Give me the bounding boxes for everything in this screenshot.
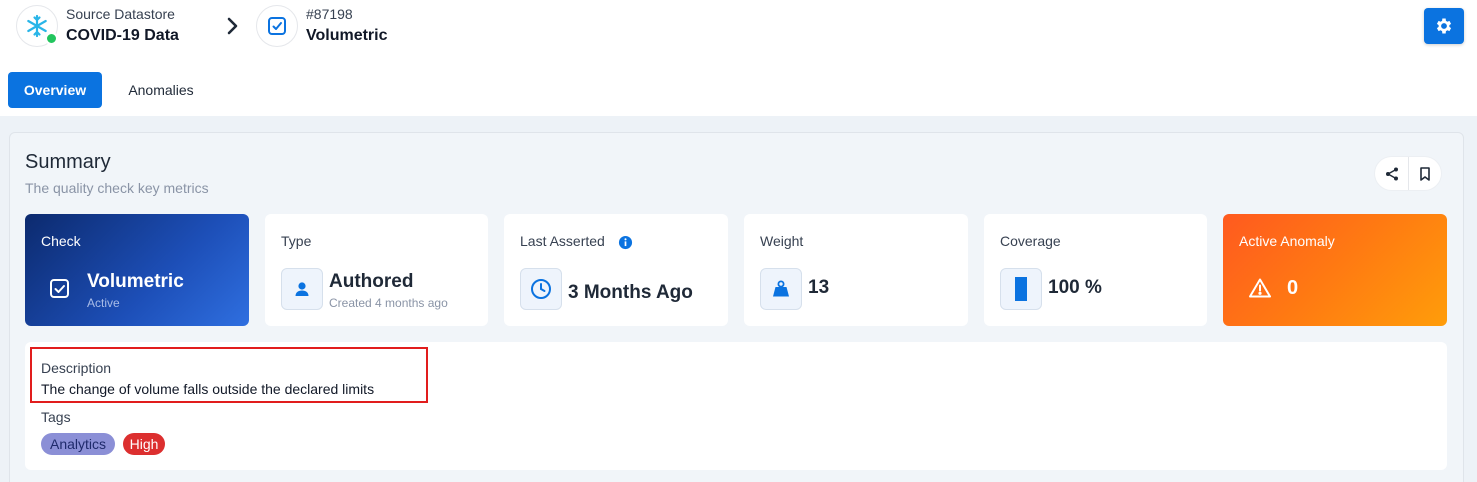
card-check-label: Check <box>41 233 81 249</box>
coverage-fill <box>1016 278 1026 300</box>
status-dot <box>45 32 58 45</box>
tab-overview[interactable]: Overview <box>8 72 102 108</box>
bookmark-button[interactable] <box>1408 157 1441 190</box>
check-square-icon <box>50 279 69 298</box>
snowflake-icon <box>16 5 58 47</box>
card-check-value: Volumetric <box>87 271 184 292</box>
check-square-icon <box>256 5 298 47</box>
tag-high[interactable]: High <box>123 433 165 455</box>
tags-label: Tags <box>41 409 71 425</box>
clock-icon <box>520 268 562 310</box>
check-id: #87198 <box>306 6 353 22</box>
datastore-label: Source Datastore <box>66 6 175 22</box>
breadcrumb-datastore[interactable]: Source Datastore COVID-19 Data <box>16 5 179 47</box>
user-icon <box>281 268 323 310</box>
weight-icon <box>760 268 802 310</box>
settings-button[interactable] <box>1424 8 1464 44</box>
card-type-label: Type <box>281 233 312 249</box>
page-header: Source Datastore COVID-19 Data #87198 Vo… <box>0 0 1477 60</box>
card-type-created: Created 4 months ago <box>329 296 448 310</box>
share-icon <box>1385 167 1398 180</box>
card-weight: Weight 13 <box>744 214 968 326</box>
breadcrumb-check[interactable]: #87198 Volumetric <box>256 5 388 47</box>
card-weight-value: 13 <box>808 277 830 298</box>
card-last-asserted-value: 3 Months Ago <box>568 282 693 303</box>
card-last-asserted: Last Asserted 3 Months Ago <box>504 214 728 326</box>
card-active-anomaly-value: 0 <box>1287 277 1299 299</box>
datastore-name[interactable]: COVID-19 Data <box>66 25 179 47</box>
card-active-anomaly-label: Active Anomaly <box>1239 233 1335 249</box>
coverage-bar-icon <box>1000 268 1042 310</box>
card-last-asserted-label: Last Asserted <box>520 233 605 249</box>
gear-icon <box>1436 18 1452 34</box>
card-weight-label: Weight <box>760 233 804 249</box>
card-coverage-value: 100 % <box>1048 277 1102 298</box>
info-icon[interactable] <box>618 235 633 250</box>
share-button[interactable] <box>1375 157 1408 190</box>
card-coverage-label: Coverage <box>1000 233 1061 249</box>
tab-anomalies[interactable]: Anomalies <box>110 72 212 108</box>
tag-analytics[interactable]: Analytics <box>41 433 115 455</box>
warning-icon <box>1249 278 1271 298</box>
summary-actions <box>1375 157 1441 190</box>
description-text: The change of volume falls outside the d… <box>41 381 375 397</box>
check-name: Volumetric <box>306 27 388 44</box>
card-check-status: Active <box>87 296 120 310</box>
summary-subtitle: The quality check key metrics <box>25 180 209 196</box>
card-check: Check Volumetric Active <box>25 214 249 326</box>
description-label: Description <box>41 360 112 376</box>
chevron-right-icon <box>227 17 238 35</box>
card-type-value: Authored <box>329 271 414 292</box>
bookmark-icon <box>1420 166 1430 181</box>
card-coverage: Coverage 100 % <box>984 214 1207 326</box>
summary-title: Summary <box>25 151 111 173</box>
card-active-anomaly: Active Anomaly 0 <box>1223 214 1447 326</box>
card-type: Type Authored Created 4 months ago <box>265 214 488 326</box>
